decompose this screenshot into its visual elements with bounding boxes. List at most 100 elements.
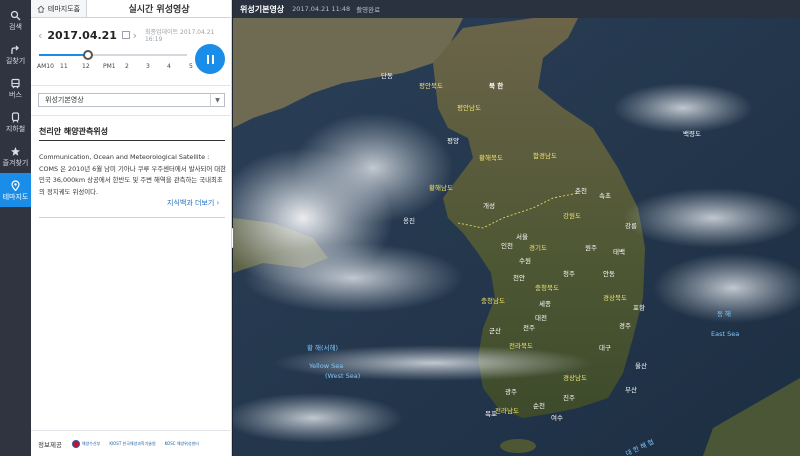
nav-star[interactable]: 즐겨찾기	[0, 139, 31, 173]
current-date: 2017.04.21	[47, 28, 117, 42]
encyclopedia-more-link[interactable]: 지식백과 더보기 ›	[167, 198, 219, 208]
city-label: 인천	[501, 241, 513, 250]
ministry-logo-text: 해양수산부	[81, 441, 101, 446]
satellite-description: Communication, Ocean and Meteorological …	[39, 153, 227, 196]
nav-subway[interactable]: 지하철	[0, 105, 31, 139]
time-tick: PM1	[103, 63, 116, 70]
province-label: 경상남도	[563, 373, 587, 382]
cloud-mass	[293, 113, 453, 223]
city-label: 개성	[483, 201, 495, 210]
nav-label: 지하철	[5, 124, 26, 133]
province-label: 황해남도	[429, 183, 453, 192]
tab-theme-home[interactable]: 테마지도홈	[31, 0, 87, 17]
city-label: 원주	[585, 243, 597, 252]
search-icon	[10, 10, 21, 20]
province-label: 전라남도	[495, 406, 519, 415]
city-label: 수원	[519, 256, 531, 265]
east-sea-korean-label: 동 해	[717, 309, 731, 318]
time-tick: 11	[60, 63, 68, 70]
nav-label: 검색	[9, 22, 22, 31]
time-tick: 3	[146, 63, 150, 70]
kiost-logo-text: KIOST 한국해양과학기술원	[109, 441, 156, 446]
city-label: 여수	[551, 413, 563, 422]
city-label: 광주	[505, 388, 517, 396]
time-tick: AM10	[37, 63, 54, 70]
province-label: 경기도	[529, 243, 547, 252]
city-label: 울산	[635, 361, 647, 370]
nav-label: 길찾기	[5, 56, 26, 65]
kosc-logo: KOSC 해양위성센터	[165, 441, 199, 447]
map-header: 위성기본영상 2017.04.21 11:48 촬영완료	[233, 0, 800, 18]
city-label: 평양	[447, 136, 459, 145]
bus-icon	[11, 78, 20, 88]
chevron-down-icon: ▼	[210, 94, 224, 106]
city-label: 천안	[513, 273, 525, 282]
star-icon	[11, 146, 20, 156]
city-label: 대구	[599, 344, 611, 352]
info-provider-footer: 정보제공 해양수산부 KIOST 한국해양과학기술원 KOSC 해양위성센터	[38, 436, 228, 452]
east-sea-english-label: East Sea	[711, 330, 739, 338]
home-icon	[37, 5, 45, 13]
nav-label: 버스	[9, 90, 22, 99]
route-icon	[11, 45, 19, 54]
city-label: 백령도	[683, 129, 701, 138]
jeju-island	[500, 439, 536, 453]
city-label: 포항	[633, 303, 645, 312]
tab-live-satellite[interactable]: 실시간 위성영상	[87, 0, 231, 17]
nav-label: 즐겨찾기	[2, 158, 29, 167]
province-label: 충청북도	[535, 283, 559, 292]
nav-location-pin[interactable]: 테마지도	[0, 173, 31, 207]
time-tick: 4	[167, 63, 171, 70]
select-value: 위성기본영상	[45, 96, 84, 104]
north-korea-label: 북 한	[489, 81, 503, 90]
panel-tabs: 테마지도홈 실시간 위성영상	[31, 0, 231, 18]
city-label: 속초	[599, 192, 611, 200]
city-label: 세종	[539, 299, 551, 308]
cloud-band	[623, 188, 800, 248]
capture-status: 촬영완료	[356, 6, 381, 14]
nav-route[interactable]: 길찾기	[0, 37, 31, 71]
nav-bus[interactable]: 버스	[0, 71, 31, 105]
city-label: 서울	[516, 232, 528, 241]
pause-icon	[206, 54, 209, 64]
province-label: 충청남도	[481, 296, 505, 305]
ministry-logo: 해양수산부	[71, 440, 101, 448]
yellow-sea-english-label: Yellow Sea	[308, 362, 343, 370]
city-label: 청주	[563, 270, 575, 278]
province-label: 평안남도	[457, 103, 481, 112]
city-label: 군산	[489, 326, 501, 335]
cloud-mass	[243, 243, 463, 313]
time-ticks: AM10 11 12 PM1 2 3 4 5	[37, 63, 197, 73]
province-label: 평안북도	[419, 81, 443, 90]
prev-date-icon[interactable]: ‹	[38, 29, 47, 42]
imagery-type-select[interactable]: 위성기본영상 ▼	[38, 93, 225, 107]
nav-search[interactable]: 검색	[0, 3, 31, 37]
subway-icon	[11, 111, 20, 123]
divider	[31, 430, 232, 431]
info-provider-label: 정보제공	[38, 441, 62, 449]
title-underline	[39, 140, 225, 141]
next-date-icon[interactable]: ›	[133, 29, 142, 42]
city-label: 옹진	[403, 216, 415, 225]
yellow-sea-korean-label: 황 해(서해)	[307, 343, 338, 352]
city-label: 대전	[535, 313, 547, 322]
city-label: 춘천	[575, 186, 587, 195]
time-slider[interactable]	[39, 50, 187, 60]
side-panel: 테마지도홈 실시간 위성영상 ‹ 2017.04.21 › 최종업데이트 201…	[31, 0, 232, 456]
city-label: 전주	[523, 323, 535, 332]
ministry-emblem-icon	[71, 440, 80, 448]
divider	[31, 115, 232, 116]
calendar-icon[interactable]	[121, 31, 130, 39]
pause-icon-bar	[211, 54, 214, 64]
time-tick: 2	[125, 63, 129, 70]
tab-home-label: 테마지도홈	[47, 4, 81, 13]
province-label: 함경남도	[533, 151, 557, 160]
city-label: 진주	[563, 393, 575, 402]
date-row: ‹ 2017.04.21 › 최종업데이트 2017.04.21 16:19	[38, 27, 228, 44]
satellite-image[interactable]: 북 한 평안북도 평안남도 황해남도 황해북도 강원도 경기도 충청북도 충청남…	[233, 18, 800, 456]
province-label: 황해북도	[479, 153, 503, 162]
divider	[31, 85, 232, 86]
pause-button[interactable]	[195, 44, 225, 74]
city-label: 안동	[603, 269, 615, 278]
slider-handle[interactable]	[82, 50, 93, 60]
